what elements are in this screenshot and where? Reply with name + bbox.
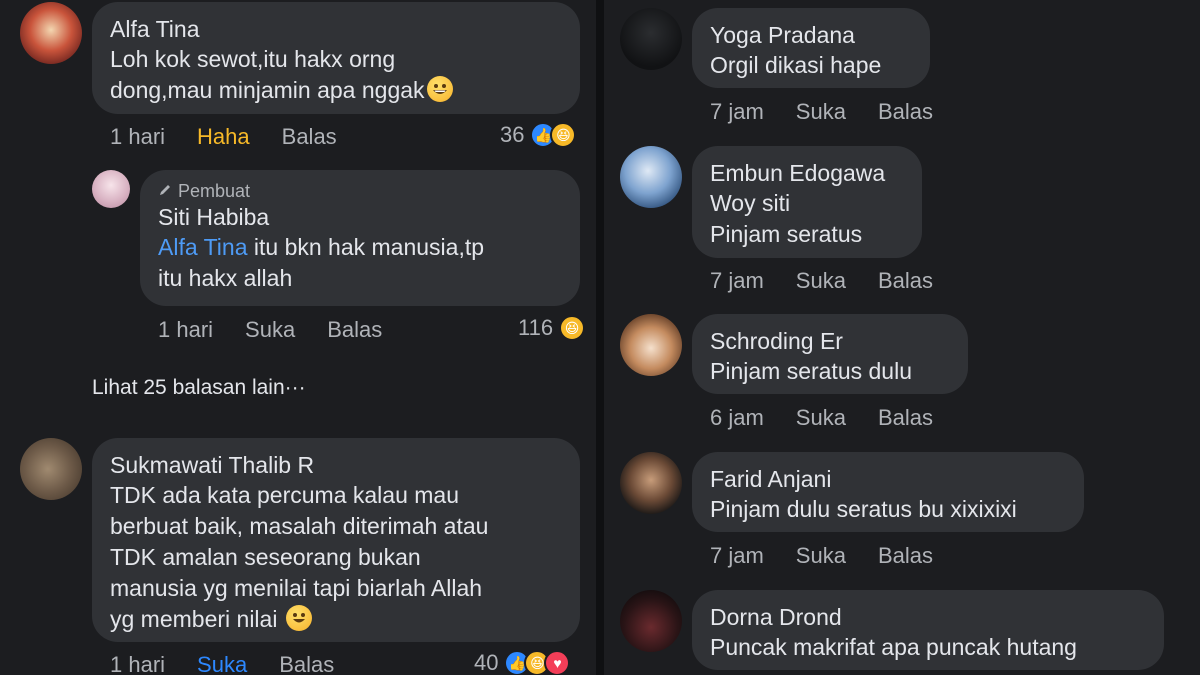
author-tag-label: Pembuat <box>178 181 251 201</box>
like-button[interactable]: Suka <box>796 268 846 294</box>
comment-time[interactable]: 1 hari <box>110 652 165 675</box>
reply-button[interactable]: Balas <box>878 543 933 569</box>
love-reaction-icon: ♥ <box>544 650 571 675</box>
like-button[interactable]: Suka <box>197 652 247 675</box>
comment-time[interactable]: 1 hari <box>110 124 165 150</box>
comment-time[interactable]: 7 jam <box>710 543 764 569</box>
haha-reaction-button[interactable]: Haha <box>197 124 250 150</box>
commenter-name[interactable]: Yoga Pradana <box>710 20 912 50</box>
reply-button[interactable]: Balas <box>282 124 337 150</box>
avatar-dorna-drond[interactable] <box>620 590 682 652</box>
reply-button[interactable]: Balas <box>279 652 334 675</box>
commenter-name[interactable]: Siti Habiba <box>158 202 562 232</box>
comment-actions: 7 jam Suka Balas <box>710 99 965 125</box>
reaction-summary[interactable]: 116 😆 <box>518 315 586 341</box>
comment-text-line: berbuat baik, masalah diterimah atau <box>110 513 489 539</box>
comment-bubble-yoga-pradana: Yoga Pradana Orgil dikasi hape <box>692 8 930 88</box>
comment-text: dong,mau minjamin apa nggak <box>110 77 425 103</box>
reply-button[interactable]: Balas <box>878 99 933 125</box>
left-comment-panel: Alfa Tina Loh kok sewot,itu hakx orng do… <box>0 0 596 675</box>
like-button[interactable]: Suka <box>796 405 846 431</box>
commenter-name[interactable]: Sukmawati Thalib R <box>110 450 562 480</box>
avatar-alfa-tina[interactable] <box>20 2 82 64</box>
mention-link[interactable]: Alfa Tina <box>158 234 248 260</box>
comment-time[interactable]: 7 jam <box>710 268 764 294</box>
comment-text-line: yg memberi nilai <box>110 604 562 635</box>
avatar-sukmawati-thalib-r[interactable] <box>20 438 82 500</box>
comment-bubble-farid-anjani: Farid Anjani Pinjam dulu seratus bu xixi… <box>692 452 1084 532</box>
comment-text-line: dong,mau minjamin apa nggak <box>110 75 562 106</box>
comment-text: itu bkn hak manusia,tp <box>247 234 485 260</box>
right-comment-panel: Yoga Pradana Orgil dikasi hape 7 jam Suk… <box>604 0 1200 675</box>
reply-button[interactable]: Balas <box>327 317 382 343</box>
commenter-name[interactable]: Schroding Er <box>710 326 950 356</box>
avatar-farid-anjani[interactable] <box>620 452 682 514</box>
smile-emoji-icon <box>285 605 312 631</box>
reaction-summary[interactable]: 36 👍 😆 <box>500 122 577 148</box>
comment-bubble-schroding-er: Schroding Er Pinjam seratus dulu <box>692 314 968 394</box>
comment-text-line: TDK ada kata percuma kalau mau <box>110 482 460 508</box>
comment-actions: 1 hari Haha Balas <box>110 124 369 150</box>
avatar-yoga-pradana[interactable] <box>620 8 682 70</box>
comment-bubble-alfa-tina: Alfa Tina Loh kok sewot,itu hakx orng do… <box>92 2 580 114</box>
comment-text-line: Loh kok sewot,itu hakx orng <box>110 46 396 72</box>
comment-actions: 1 hari Suka Balas <box>158 317 414 343</box>
comment-text-line: Pinjam seratus <box>710 221 863 247</box>
comment-text-line: itu hakx allah <box>158 265 293 291</box>
comment-bubble-dorna-drond: Dorna Drond Puncak makrifat apa puncak h… <box>692 590 1164 670</box>
comment-time[interactable]: 1 hari <box>158 317 213 343</box>
comment-actions: 1 hari Suka Balas <box>110 652 366 675</box>
commenter-name[interactable]: Dorna Drond <box>710 602 1146 632</box>
panel-divider <box>596 0 604 675</box>
reaction-summary[interactable]: 40 👍 😆 ♥ <box>474 650 571 675</box>
like-button[interactable]: Suka <box>245 317 295 343</box>
avatar-siti-habiba[interactable] <box>92 170 130 208</box>
reply-button[interactable]: Balas <box>878 268 933 294</box>
commenter-name[interactable]: Farid Anjani <box>710 464 1066 494</box>
commenter-name[interactable]: Embun Edogawa <box>710 158 904 188</box>
comment-text-line: Alfa Tina itu bkn hak manusia,tp <box>158 232 562 263</box>
haha-reaction-icon: 😆 <box>550 122 577 148</box>
avatar-embun-edogawa[interactable] <box>620 146 682 208</box>
commenter-name[interactable]: Alfa Tina <box>110 14 562 44</box>
comment-text-line: TDK amalan seseorang bukan <box>110 544 421 570</box>
comment-text-line: Pinjam seratus dulu <box>710 358 912 384</box>
haha-reaction-icon: 😆 <box>559 315 586 341</box>
comment-time[interactable]: 6 jam <box>710 405 764 431</box>
author-tag: Pembuat <box>158 180 562 202</box>
reaction-count: 116 <box>518 315 554 340</box>
comment-bubble-siti-habiba: Pembuat Siti Habiba Alfa Tina itu bkn ha… <box>140 170 580 306</box>
comment-text-line: Orgil dikasi hape <box>710 52 882 78</box>
reply-button[interactable]: Balas <box>878 405 933 431</box>
comment-text: yg memberi nilai <box>110 606 278 632</box>
reaction-count: 36 <box>500 122 525 147</box>
grin-emoji-icon <box>426 76 453 102</box>
like-button[interactable]: Suka <box>796 99 846 125</box>
comment-bubble-embun-edogawa: Embun Edogawa Woy siti Pinjam seratus <box>692 146 922 258</box>
comment-actions: 7 jam Suka Balas <box>710 268 965 294</box>
avatar-schroding-er[interactable] <box>620 314 682 376</box>
comment-bubble-sukmawati: Sukmawati Thalib R TDK ada kata percuma … <box>92 438 580 642</box>
comment-actions: 6 jam Suka Balas <box>710 405 965 431</box>
comment-actions: 7 jam Suka Balas <box>710 543 965 569</box>
reaction-count: 40 <box>474 650 499 675</box>
comment-text-line: Pinjam dulu seratus bu xixixixi <box>710 496 1017 522</box>
comment-text-line: Woy siti <box>710 190 791 216</box>
comment-text-line: Puncak makrifat apa puncak hutang <box>710 634 1077 660</box>
comment-time[interactable]: 7 jam <box>710 99 764 125</box>
comment-text-line: manusia yg menilai tapi biarlah Allah <box>110 575 483 601</box>
view-more-replies-link[interactable]: Lihat 25 balasan lain··· <box>92 376 306 400</box>
like-button[interactable]: Suka <box>796 543 846 569</box>
pencil-icon <box>158 180 172 202</box>
